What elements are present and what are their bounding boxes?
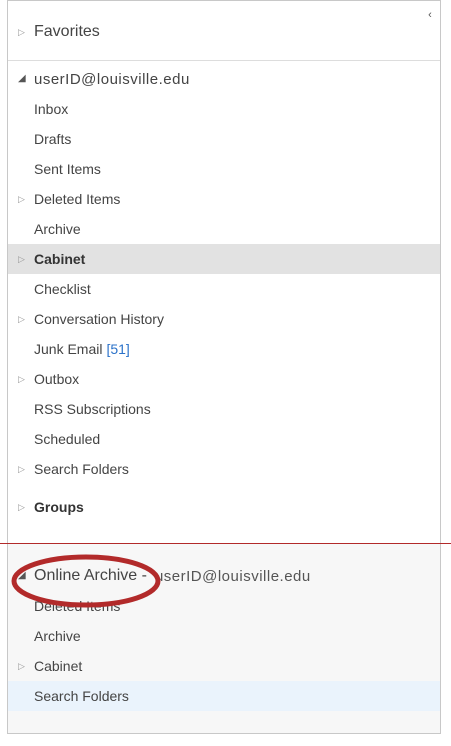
annotation-line bbox=[0, 543, 451, 544]
folder-item-archive[interactable]: Archive bbox=[8, 214, 440, 244]
expand-triangle-icon: ▷ bbox=[18, 26, 25, 37]
archive-folder-cabinet[interactable]: ▷ Cabinet bbox=[8, 651, 440, 681]
groups-label: Groups bbox=[34, 499, 84, 515]
favorites-header[interactable]: ▷ Favorites bbox=[8, 17, 440, 47]
online-archive-prefix: Online Archive - bbox=[34, 567, 147, 584]
folder-item-inbox[interactable]: Inbox bbox=[8, 94, 440, 124]
expand-triangle-icon[interactable]: ▷ bbox=[18, 464, 34, 474]
folder-item-outbox[interactable]: ▷ Outbox bbox=[8, 364, 440, 394]
online-archive-header[interactable]: ◢ Online Archive - userID@louisville.edu bbox=[8, 561, 440, 591]
divider bbox=[8, 60, 440, 61]
folder-item-search-folders[interactable]: ▷ Search Folders bbox=[8, 454, 440, 484]
expand-triangle-icon[interactable]: ▷ bbox=[18, 314, 34, 324]
folder-item-drafts[interactable]: Drafts bbox=[8, 124, 440, 154]
collapse-triangle-icon: ◢ bbox=[18, 73, 27, 84]
expand-triangle-icon[interactable]: ▷ bbox=[18, 254, 34, 264]
groups-header[interactable]: ▷ Groups bbox=[8, 492, 440, 522]
folder-item-junk-email[interactable]: Junk Email [51] bbox=[8, 334, 440, 364]
online-archive-account: userID@louisville.edu bbox=[154, 567, 311, 585]
folder-item-scheduled[interactable]: Scheduled bbox=[8, 424, 440, 454]
archive-folder-archive[interactable]: Archive bbox=[8, 621, 440, 651]
folder-item-sent-items[interactable]: Sent Items bbox=[8, 154, 440, 184]
expand-triangle-icon[interactable]: ▷ bbox=[18, 194, 34, 204]
archive-folder-deleted-items[interactable]: Deleted Items bbox=[8, 591, 440, 621]
expand-triangle-icon: ▷ bbox=[18, 501, 25, 512]
collapse-triangle-icon: ◢ bbox=[18, 570, 26, 581]
folder-item-conversation-history[interactable]: ▷ Conversation History bbox=[8, 304, 440, 334]
favorites-label: Favorites bbox=[34, 23, 100, 40]
collapse-pane-icon[interactable]: ‹ bbox=[423, 8, 437, 22]
folder-item-deleted-items[interactable]: ▷ Deleted Items bbox=[8, 184, 440, 214]
folder-item-cabinet[interactable]: ▷ Cabinet bbox=[8, 244, 440, 274]
folder-item-rss-subscriptions[interactable]: RSS Subscriptions bbox=[8, 394, 440, 424]
account-header[interactable]: ◢ userID@louisville.edu bbox=[8, 64, 440, 94]
account-label: userID@louisville.edu bbox=[34, 70, 190, 88]
unread-count-badge: [51] bbox=[106, 341, 130, 357]
expand-triangle-icon[interactable]: ▷ bbox=[18, 374, 34, 384]
archive-folder-search-folders[interactable]: Search Folders bbox=[8, 681, 440, 711]
expand-triangle-icon[interactable]: ▷ bbox=[18, 661, 34, 671]
folder-item-checklist[interactable]: Checklist bbox=[8, 274, 440, 304]
folder-pane: ▷ Favorites ‹ ◢ userID@louisville.edu In… bbox=[0, 0, 451, 746]
